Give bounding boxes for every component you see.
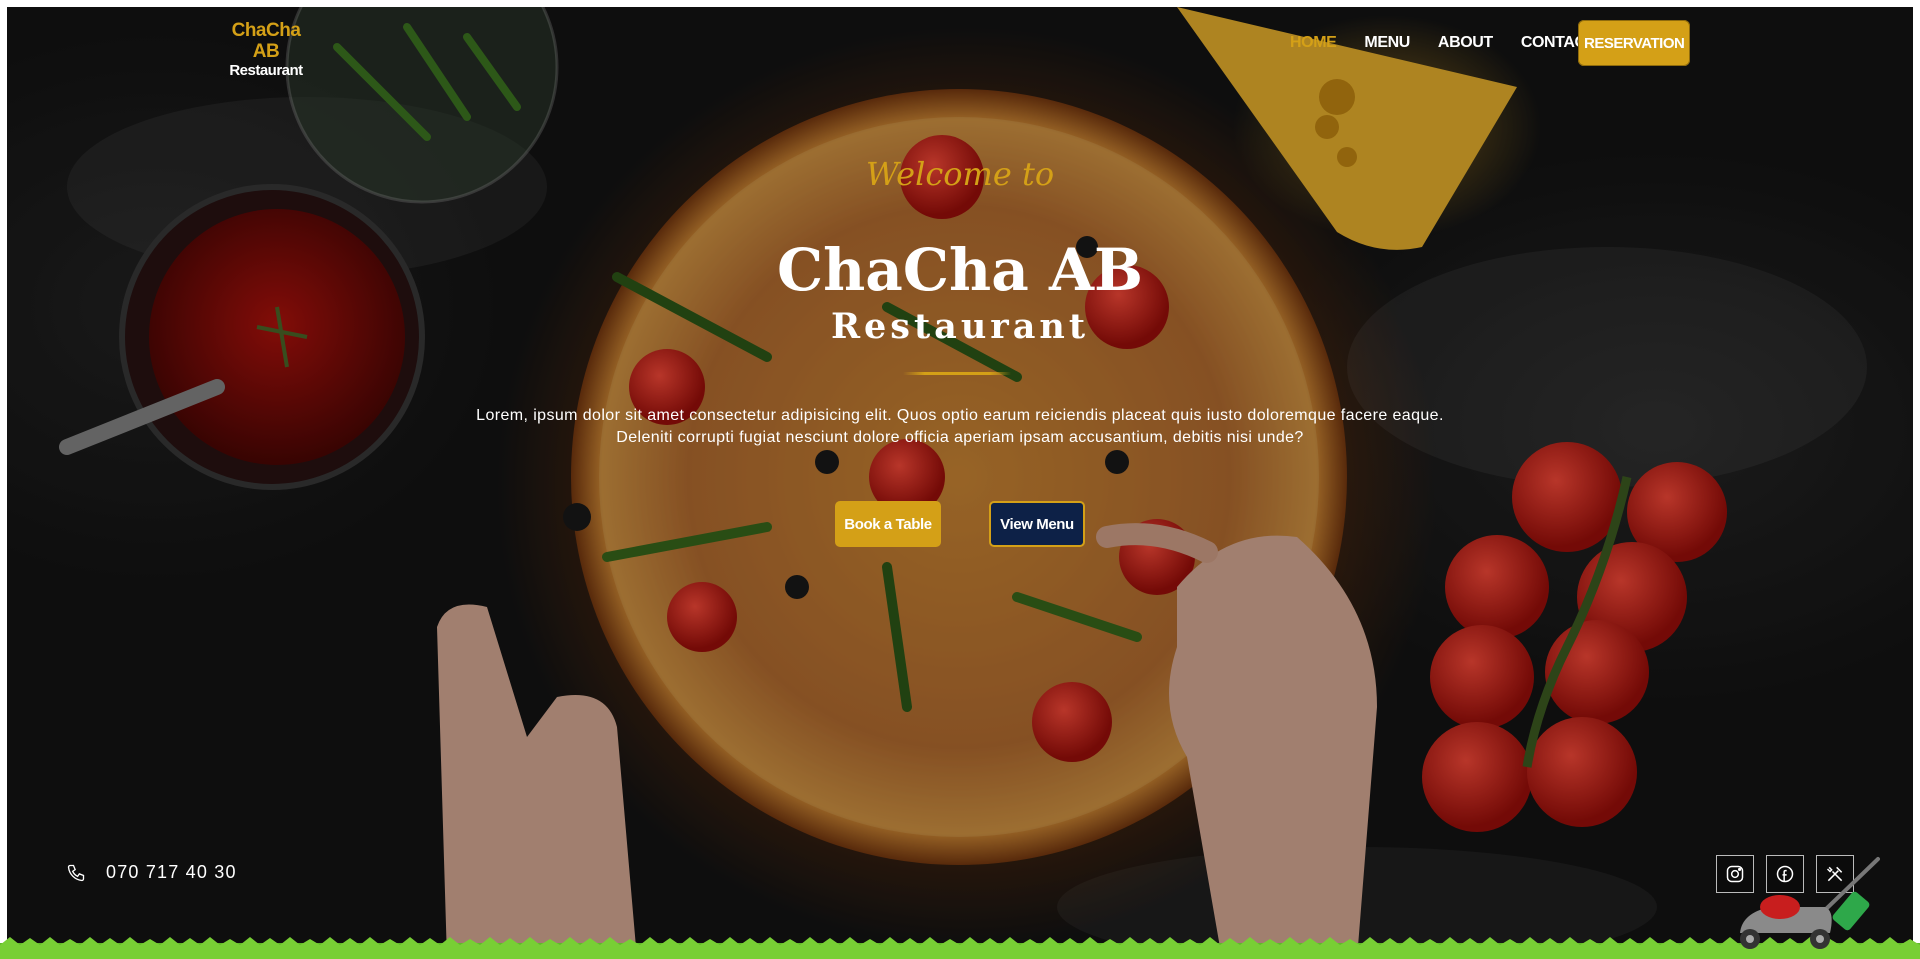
view-menu-button[interactable]: View Menu bbox=[989, 501, 1085, 547]
phone-number: 070 717 40 30 bbox=[106, 862, 237, 882]
title-divider bbox=[903, 372, 1011, 375]
book-table-button[interactable]: Book a Table bbox=[835, 501, 941, 547]
reservation-button[interactable]: RESERVATION bbox=[1578, 20, 1690, 66]
hero-title: ChaCha AB bbox=[776, 236, 1144, 304]
brand-name: ChaCha AB bbox=[231, 20, 301, 62]
grass-strip bbox=[0, 937, 1920, 959]
hero-subtitle: Restaurant bbox=[830, 306, 1090, 347]
welcome-text: Welcome to bbox=[865, 155, 1055, 193]
hero-background bbox=[7, 7, 1913, 959]
brand-subtitle: Restaurant bbox=[229, 62, 303, 79]
hero-description: Lorem, ipsum dolor sit amet consectetur … bbox=[476, 407, 1444, 446]
phone-contact[interactable]: 070 717 40 30 bbox=[66, 862, 237, 883]
dark-overlay bbox=[7, 7, 1913, 959]
nav-about[interactable]: ABOUT bbox=[1438, 22, 1493, 64]
nav-home[interactable]: HOME bbox=[1290, 22, 1337, 64]
phone-icon bbox=[66, 863, 86, 883]
nav-menu[interactable]: MENU bbox=[1364, 22, 1410, 64]
lawn-mower-icon bbox=[1740, 857, 1880, 949]
main-nav: HOME MENU ABOUT CONTACT bbox=[1290, 22, 1623, 64]
brand-logo[interactable]: ChaCha AB Restaurant bbox=[223, 20, 309, 79]
